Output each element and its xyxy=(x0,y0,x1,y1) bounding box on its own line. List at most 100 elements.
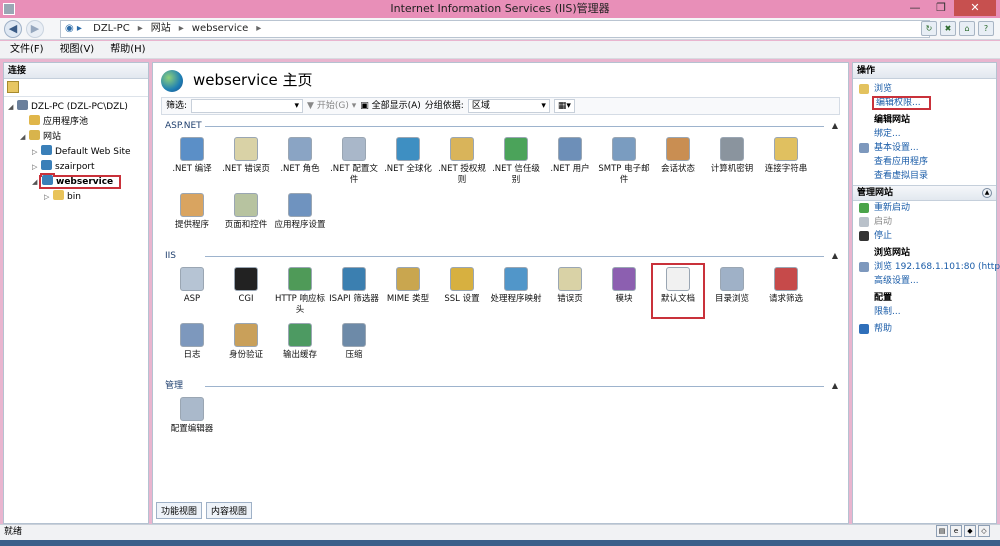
tree-node[interactable]: ▷ Default Web Site xyxy=(4,145,148,160)
tree-expander-icon[interactable]: ▷ xyxy=(32,160,41,175)
feature-item[interactable]: 连接字符串 xyxy=(759,133,813,189)
action-link[interactable]: 高级设置... xyxy=(853,274,996,288)
action-link[interactable]: 限制... xyxy=(853,305,996,319)
feature-item[interactable]: .NET 错误页 xyxy=(219,133,273,189)
feature-item[interactable]: 会话状态 xyxy=(651,133,705,189)
tree-node[interactable]: ▷ bin xyxy=(4,190,148,205)
action-link[interactable]: 浏览 192.168.1.101:80 (http) xyxy=(853,260,1000,274)
collapse-icon[interactable]: ▲ xyxy=(832,119,838,133)
breadcrumb-segment[interactable]: DZL-PC xyxy=(93,23,130,34)
feature-item[interactable]: 页面和控件 xyxy=(219,189,273,245)
pages-icon xyxy=(234,193,258,217)
tree-node[interactable]: ▷ szairport xyxy=(4,160,148,175)
show-all-button[interactable]: ▣ 全部显示(A) xyxy=(360,98,421,114)
view-tab[interactable]: 功能视图 xyxy=(156,502,203,519)
section-header[interactable]: ASP.NET ▲ xyxy=(165,119,838,133)
filter-input[interactable]: ▾ xyxy=(191,99,304,113)
home-icon[interactable]: ⌂ xyxy=(959,21,975,36)
minimize-button[interactable]: — xyxy=(902,0,928,16)
tree-expander-icon[interactable]: ◢ xyxy=(8,100,17,115)
feature-item[interactable]: CGI xyxy=(219,263,273,319)
feature-label: .NET 授权规则 xyxy=(438,164,486,185)
tree-node[interactable]: ◢ DZL-PC (DZL-PC\DZL) xyxy=(4,100,148,115)
stop-icon[interactable]: ✖ xyxy=(940,21,956,36)
feature-item[interactable]: 提供程序 xyxy=(165,189,219,245)
tree-expander-icon[interactable]: ▷ xyxy=(32,145,41,160)
feature-item[interactable]: 错误页 xyxy=(543,263,597,319)
breadcrumb-arrow-icon[interactable]: ▸ xyxy=(138,23,143,34)
feature-item[interactable]: 目录浏览 xyxy=(705,263,759,319)
action-link[interactable]: 编辑权限... xyxy=(853,96,996,110)
view-tab[interactable]: 内容视图 xyxy=(206,502,253,519)
tree-expander-icon[interactable]: ◢ xyxy=(32,175,41,190)
breadcrumb[interactable]: ◉ ▸ DZL-PC ▸ 网站 ▸ webservice ▸ xyxy=(60,20,930,38)
feature-item[interactable]: 输出缓存 xyxy=(273,319,327,375)
section-header[interactable]: IIS ▲ xyxy=(165,249,838,263)
action-link[interactable]: 帮助 xyxy=(853,322,996,336)
feature-item[interactable]: MIME 类型 xyxy=(381,263,435,319)
tree-node[interactable]: ◢ webservice xyxy=(4,175,148,190)
tree-node[interactable]: ◢ 网站 xyxy=(4,130,148,145)
maximize-button[interactable]: ❐ xyxy=(928,0,954,16)
tree-node[interactable]: 应用程序池 xyxy=(4,115,148,130)
view-mode-button[interactable]: ▦▾ xyxy=(553,99,575,113)
tree-expander-icon[interactable]: ▷ xyxy=(44,190,53,205)
menu-item[interactable]: 帮助(H) xyxy=(110,44,145,55)
collapse-icon[interactable]: ▲ xyxy=(832,249,838,263)
feature-item[interactable]: .NET 用户 xyxy=(543,133,597,189)
action-link[interactable]: 停止 xyxy=(853,229,996,243)
breadcrumb-arrow-icon[interactable]: ▸ xyxy=(256,23,261,34)
collapse-icon[interactable]: ▲ xyxy=(982,188,992,198)
action-link[interactable]: 查看虚拟目录 xyxy=(853,169,996,183)
feature-item[interactable]: .NET 全球化 xyxy=(381,133,435,189)
feature-item[interactable]: .NET 授权规则 xyxy=(435,133,489,189)
menu-item[interactable]: 文件(F) xyxy=(10,44,44,55)
collapse-icon[interactable]: ▲ xyxy=(832,379,838,393)
feature-item[interactable]: 压缩 xyxy=(327,319,381,375)
feature-item[interactable]: 处理程序映射 xyxy=(489,263,543,319)
section-header[interactable]: 管理 ▲ xyxy=(165,379,838,393)
feature-item[interactable]: 应用程序设置 xyxy=(273,189,327,245)
filter-bar: 筛选: ▾ ▼ 开始(G) ▾ ▣ 全部显示(A) 分组依据: 区域 ▾ ▦▾ xyxy=(161,97,840,115)
feature-label: 配置编辑器 xyxy=(170,424,214,434)
help-icon[interactable]: ? xyxy=(978,21,994,36)
feature-item[interactable]: 配置编辑器 xyxy=(165,393,219,449)
feature-item[interactable]: 模块 xyxy=(597,263,651,319)
filter-start-button[interactable]: ▼ 开始(G) ▾ xyxy=(307,98,356,114)
action-link[interactable]: 浏览 xyxy=(853,82,996,96)
close-button[interactable]: ✕ xyxy=(954,0,996,16)
actions-group-header[interactable]: 管理网站 ▲ xyxy=(853,185,996,201)
feature-item[interactable]: SMTP 电子邮件 xyxy=(597,133,651,189)
feature-item[interactable]: ASP xyxy=(165,263,219,319)
menu-item[interactable]: 视图(V) xyxy=(60,44,95,55)
feature-item[interactable]: 身份验证 xyxy=(219,319,273,375)
tree-expander-icon[interactable]: ◢ xyxy=(20,130,29,145)
action-link[interactable]: 基本设置... xyxy=(853,141,996,155)
filter-label: 筛选: xyxy=(166,101,188,111)
breadcrumb-segment[interactable]: 网站 xyxy=(151,23,171,34)
page-title: webservice 主页 xyxy=(153,63,848,97)
breadcrumb-segment[interactable]: webservice xyxy=(192,23,249,34)
feature-item[interactable]: .NET 信任级别 xyxy=(489,133,543,189)
group-by-select[interactable]: 区域 ▾ xyxy=(467,99,550,113)
back-button[interactable]: ◀ xyxy=(4,20,22,38)
tree-node-icon xyxy=(29,115,40,125)
action-link[interactable]: 查看应用程序 xyxy=(853,155,996,169)
feature-item[interactable]: .NET 编译 xyxy=(165,133,219,189)
refresh-icon[interactable]: ↻ xyxy=(921,21,937,36)
feature-item[interactable]: .NET 配置文件 xyxy=(327,133,381,189)
action-link[interactable]: 重新启动 xyxy=(853,201,996,215)
feature-item[interactable]: ISAPI 筛选器 xyxy=(327,263,381,319)
feature-item[interactable]: HTTP 响应标头 xyxy=(273,263,327,319)
feature-item[interactable]: SSL 设置 xyxy=(435,263,489,319)
feature-item[interactable]: 请求筛选 xyxy=(759,263,813,319)
forward-button[interactable]: ▶ xyxy=(26,20,44,38)
feature-item[interactable]: 计算机密钥 xyxy=(705,133,759,189)
action-link[interactable]: 绑定... xyxy=(853,127,996,141)
feature-item[interactable]: .NET 角色 xyxy=(273,133,327,189)
new-connection-icon[interactable] xyxy=(7,81,19,93)
action-link[interactable]: 启动 xyxy=(853,215,996,229)
breadcrumb-arrow-icon[interactable]: ▸ xyxy=(179,23,184,34)
feature-item[interactable]: 默认文档 xyxy=(651,263,705,319)
feature-item[interactable]: 日志 xyxy=(165,319,219,375)
